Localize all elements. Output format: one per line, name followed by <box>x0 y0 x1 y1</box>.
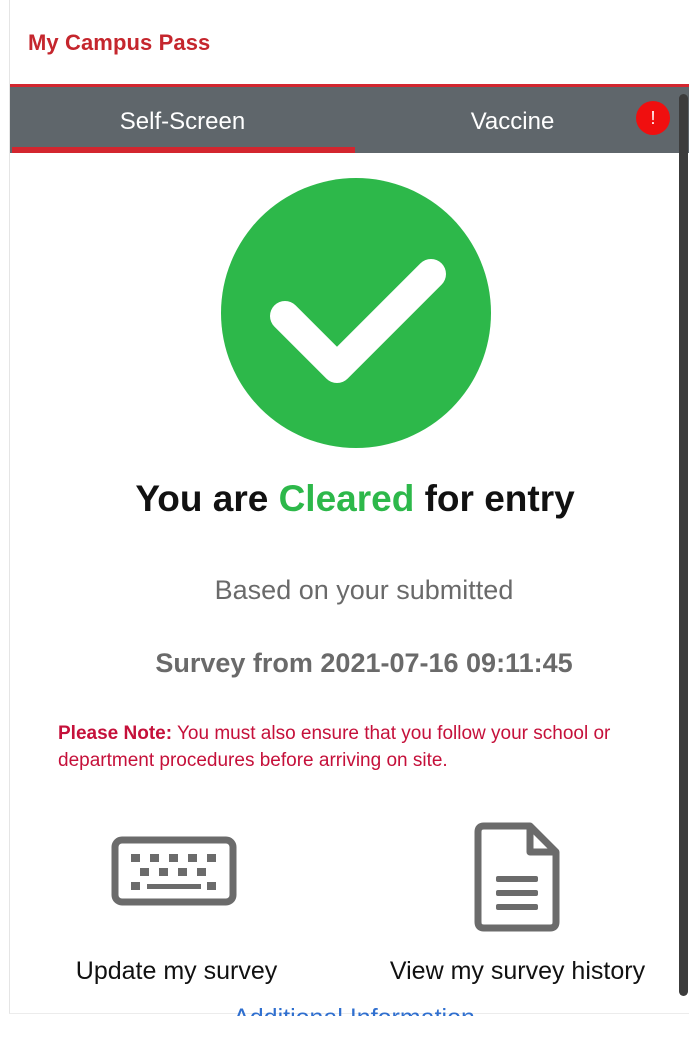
clearance-headline: You are Cleared for entry <box>10 478 689 520</box>
vaccine-alert-badge[interactable]: ! <box>636 101 670 135</box>
note-label: Please Note: <box>58 723 173 744</box>
please-note: Please Note: You must also ensure that y… <box>58 720 628 774</box>
additional-information-link[interactable]: Additional Information <box>0 1004 689 1016</box>
scrollbar[interactable] <box>679 94 688 996</box>
tab-vaccine[interactable]: Vaccine <box>355 87 670 153</box>
document-icon <box>474 822 560 932</box>
check-circle-icon <box>221 178 491 448</box>
additional-information-clip: Additional Information <box>0 998 689 1016</box>
submission-line-1: Based on your submitted <box>214 575 514 605</box>
keyboard-icon <box>111 836 237 906</box>
tab-self-screen[interactable]: Self-Screen <box>10 87 355 153</box>
active-tab-indicator <box>12 147 355 153</box>
app-header: My Campus Pass <box>10 0 689 87</box>
headline-suffix: for entry <box>414 478 575 519</box>
headline-prefix: You are <box>135 478 279 519</box>
app-title: My Campus Pass <box>28 30 211 55</box>
update-survey-button[interactable]: Update my survey <box>54 836 299 986</box>
view-survey-history-button[interactable]: View my survey history <box>360 822 675 986</box>
status-cleared: Cleared <box>278 478 415 519</box>
view-survey-history-label: View my survey history <box>389 957 646 985</box>
cleared-status-icon <box>221 178 491 448</box>
update-survey-label: Update my survey <box>75 957 278 985</box>
tab-bar: Self-Screen Vaccine <box>10 87 689 153</box>
submission-date: Survey from 2021-07-16 09:11:45 <box>155 648 573 678</box>
app-frame: My Campus Pass Self-Screen Vaccine You a… <box>9 0 689 1014</box>
page: My Campus Pass Self-Screen Vaccine You a… <box>0 0 689 1047</box>
